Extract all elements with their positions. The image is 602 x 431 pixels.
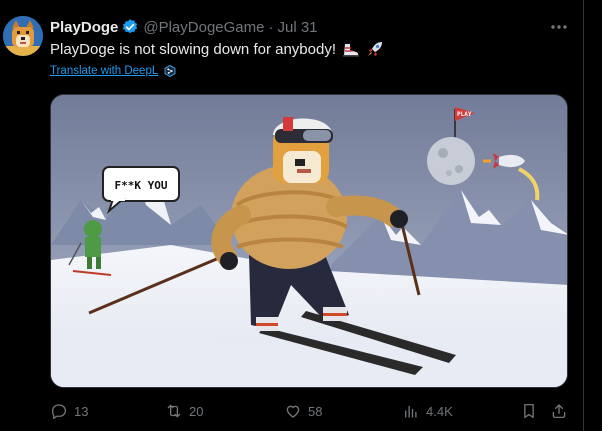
share-icon <box>552 404 566 419</box>
deepl-icon <box>164 65 176 77</box>
author-handle[interactable]: @PlayDogeGame <box>143 19 264 36</box>
translate-link[interactable]: Translate with DeepL <box>50 65 176 77</box>
ski-boot-emoji-icon <box>343 44 359 57</box>
header-separator: · <box>268 18 274 36</box>
more-horizontal-icon <box>551 25 567 29</box>
translate-label: Translate with DeepL <box>50 65 159 77</box>
post-card[interactable]: PlayDoge @PlayDogeGame · Jul 31 PlayDoge… <box>0 0 602 431</box>
post-date[interactable]: Jul 31 <box>277 19 317 36</box>
like-button[interactable]: 58 <box>284 400 322 422</box>
repost-icon <box>167 404 181 418</box>
like-icon <box>286 405 300 418</box>
post-text-content: PlayDoge is not slowing down for anybody… <box>50 40 336 58</box>
bookmark-icon <box>524 403 534 419</box>
repost-button[interactable]: 20 <box>165 400 203 422</box>
view-count: 4.4K <box>426 403 453 419</box>
views-button[interactable]: 4.4K <box>402 400 453 422</box>
reply-button[interactable]: 13 <box>50 400 88 422</box>
reply-icon <box>51 404 67 420</box>
column-divider <box>583 0 584 431</box>
post-text: PlayDoge is not slowing down for anybody… <box>50 40 384 58</box>
playdoge-ski-illustration: PLAY F**K YOU <box>51 95 567 387</box>
bookmark-button[interactable] <box>520 400 538 422</box>
doge-avatar-image <box>3 16 43 56</box>
more-options-button[interactable] <box>549 18 569 36</box>
post-header: PlayDoge @PlayDogeGame · Jul 31 <box>50 17 318 37</box>
repost-count: 20 <box>189 403 204 419</box>
speech-bubble-text: F**K YOU <box>115 179 168 192</box>
reply-count: 13 <box>74 403 89 419</box>
author-name[interactable]: PlayDoge <box>50 19 118 36</box>
action-bar: 13 20 58 4.4K <box>50 400 580 422</box>
moon-flag-text: PLAY <box>457 111 472 118</box>
share-button[interactable] <box>550 400 568 422</box>
verified-badge-icon <box>123 19 138 34</box>
views-icon <box>405 405 417 418</box>
rocket-emoji-icon <box>368 42 382 56</box>
avatar[interactable] <box>3 16 43 56</box>
post-media-image[interactable]: PLAY F**K YOU <box>50 94 568 388</box>
like-count: 58 <box>308 403 323 419</box>
